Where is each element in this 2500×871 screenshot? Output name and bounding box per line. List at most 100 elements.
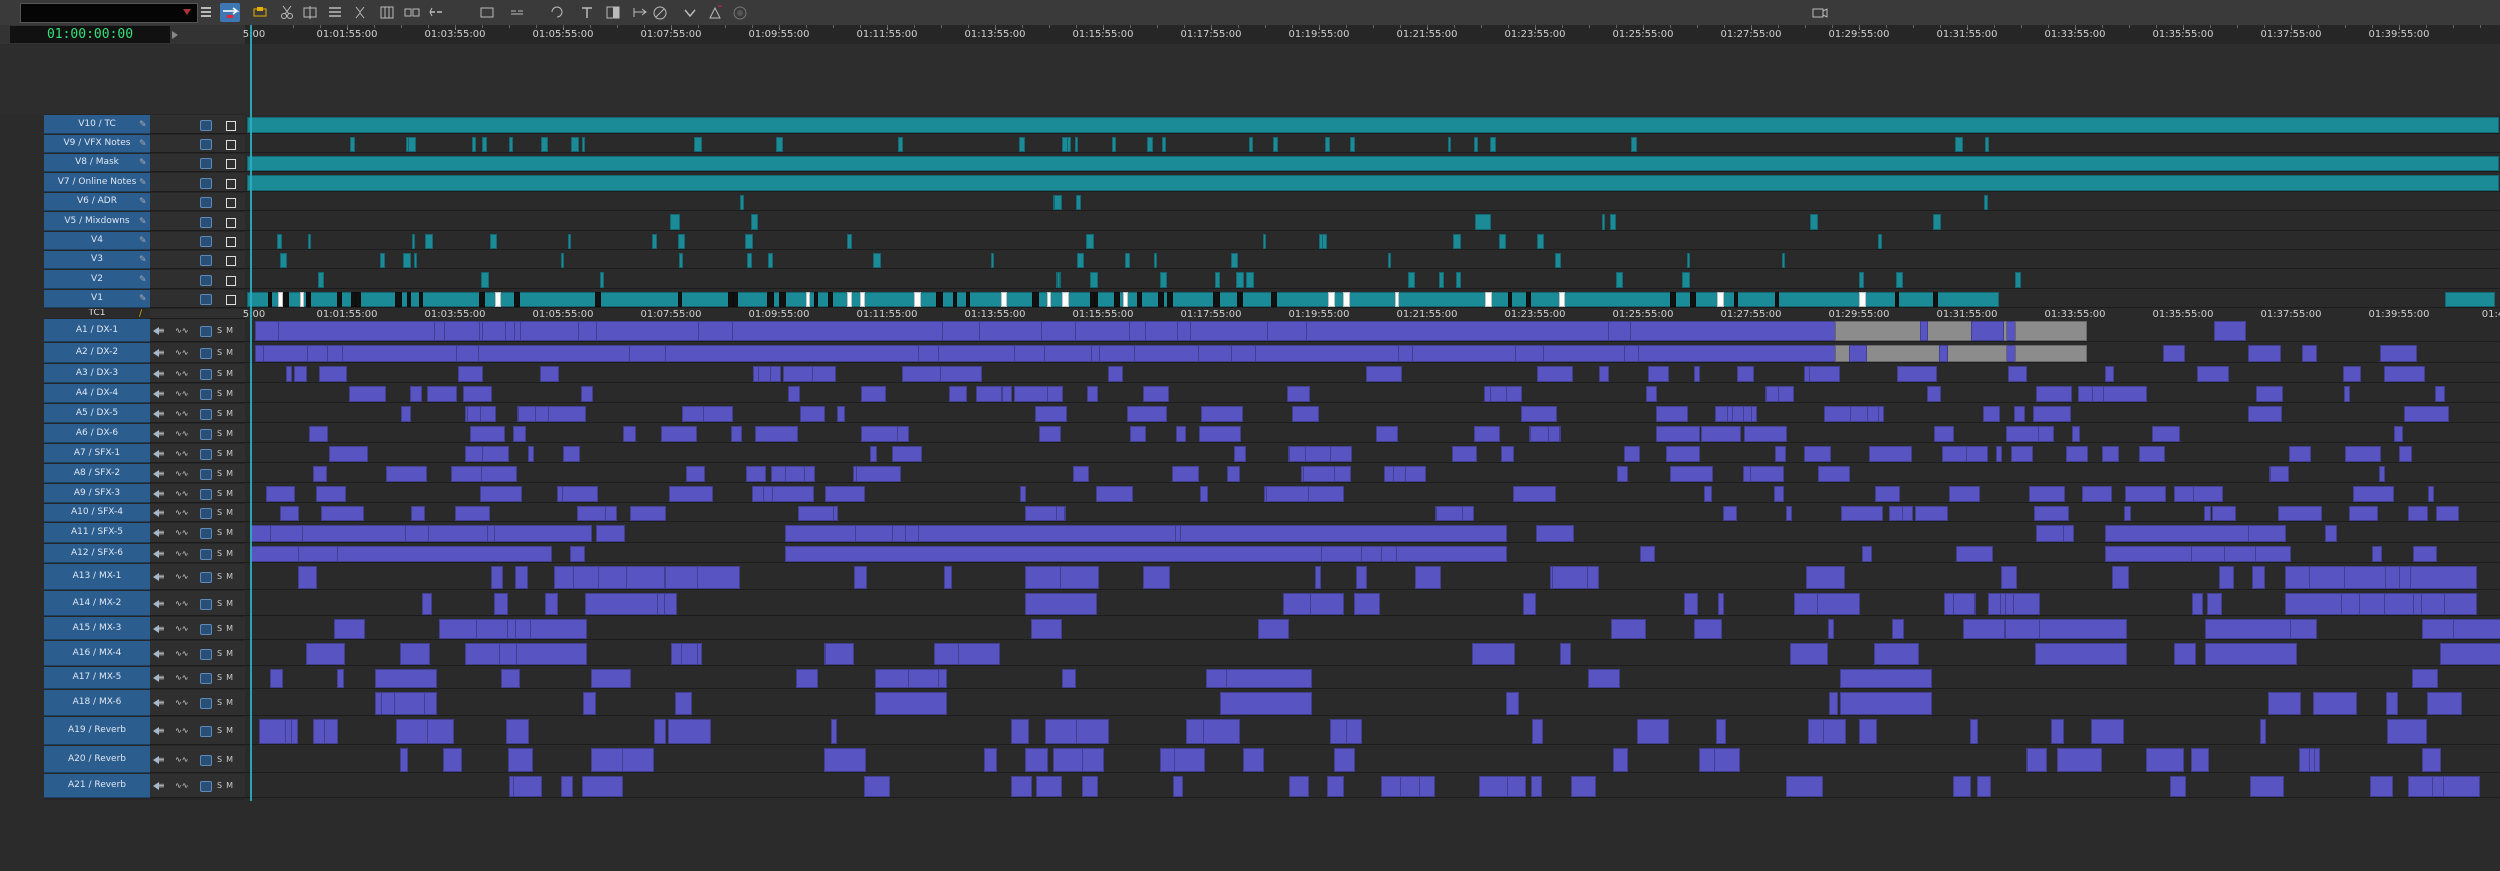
track-lane[interactable] xyxy=(245,404,2500,423)
clip[interactable] xyxy=(1694,619,1722,639)
clip[interactable] xyxy=(940,366,982,382)
clip[interactable] xyxy=(1147,137,1153,152)
cut-icon[interactable] xyxy=(277,3,297,22)
clip[interactable] xyxy=(2057,748,2102,772)
clip[interactable] xyxy=(681,643,698,665)
clip[interactable] xyxy=(1047,386,1063,402)
track-lane[interactable] xyxy=(245,232,2500,250)
clip[interactable] xyxy=(1436,506,1463,521)
clip[interactable] xyxy=(1955,137,1963,152)
clip[interactable] xyxy=(278,292,283,307)
clip[interactable] xyxy=(570,546,585,562)
record-enable-toggle[interactable] xyxy=(226,295,236,305)
clip[interactable] xyxy=(1687,253,1690,268)
solo-mute-buttons[interactable]: SM xyxy=(217,508,237,517)
solo-toggle-icon[interactable]: ≡ xyxy=(158,508,165,517)
clip[interactable] xyxy=(2370,776,2393,797)
solo-mute-buttons[interactable]: SM xyxy=(217,649,237,658)
waveform-toggle-icon[interactable]: ∿∿ xyxy=(175,673,188,682)
clip[interactable] xyxy=(2072,426,2080,442)
clip[interactable] xyxy=(350,137,355,152)
clip[interactable] xyxy=(1523,593,1536,615)
clip[interactable] xyxy=(2435,386,2445,402)
clip[interactable] xyxy=(1229,345,1256,362)
clip[interactable] xyxy=(785,546,1507,562)
clip[interactable] xyxy=(263,345,308,362)
clip[interactable] xyxy=(1537,234,1544,249)
clip[interactable] xyxy=(255,321,2087,341)
clip[interactable] xyxy=(2344,386,2350,402)
clip[interactable] xyxy=(308,234,311,249)
track-lane[interactable] xyxy=(245,523,2500,543)
track-lane[interactable] xyxy=(245,591,2500,616)
track-lane[interactable] xyxy=(245,115,2500,134)
clip[interactable] xyxy=(847,234,852,249)
clip[interactable] xyxy=(1878,234,1882,249)
clip[interactable] xyxy=(247,156,2499,171)
clip[interactable] xyxy=(1766,386,1779,402)
clip[interactable] xyxy=(581,386,593,402)
clip[interactable] xyxy=(1047,292,1051,307)
clip[interactable] xyxy=(1237,292,1241,307)
track-lane[interactable] xyxy=(245,343,2500,363)
clip[interactable] xyxy=(270,669,283,688)
clip[interactable] xyxy=(2302,345,2317,362)
play-triangle-icon[interactable] xyxy=(172,31,178,39)
clip[interactable] xyxy=(2268,692,2301,715)
clip[interactable] xyxy=(623,426,636,442)
solo-toggle-icon[interactable]: ≡ xyxy=(158,429,165,438)
clip[interactable] xyxy=(728,292,734,307)
track-lane[interactable] xyxy=(245,364,2500,383)
clip[interactable] xyxy=(2212,506,2236,521)
clip[interactable] xyxy=(1806,566,1845,589)
clip[interactable] xyxy=(514,292,520,307)
clip[interactable] xyxy=(1849,345,1867,362)
clip[interactable] xyxy=(958,643,1000,665)
clip[interactable] xyxy=(1076,195,1081,210)
clip[interactable] xyxy=(277,234,282,249)
track-header[interactable]: A15 / MX-3 xyxy=(44,617,150,640)
clip[interactable] xyxy=(2428,486,2434,502)
clip[interactable] xyxy=(286,366,292,382)
waveform-toggle-icon[interactable]: ∿∿ xyxy=(175,624,188,633)
clip[interactable] xyxy=(491,566,503,589)
clip[interactable] xyxy=(796,669,818,688)
clip[interactable] xyxy=(266,486,295,502)
clip[interactable] xyxy=(1266,486,1309,502)
clip[interactable] xyxy=(1201,406,1243,422)
clip[interactable] xyxy=(1526,292,1531,307)
clip[interactable] xyxy=(800,406,825,422)
clip[interactable] xyxy=(1032,292,1039,307)
clip[interactable] xyxy=(626,566,665,589)
clip[interactable] xyxy=(1031,619,1062,639)
clip[interactable] xyxy=(1977,776,1991,797)
clip[interactable] xyxy=(548,406,586,422)
clip[interactable] xyxy=(804,466,815,482)
clip[interactable] xyxy=(410,386,422,402)
clip[interactable] xyxy=(1656,406,1688,422)
solo-mute-buttons[interactable]: SM xyxy=(217,572,237,581)
clip[interactable] xyxy=(2387,719,2427,744)
clip[interactable] xyxy=(2404,406,2449,422)
clip[interactable] xyxy=(2174,643,2196,665)
clip[interactable] xyxy=(1075,137,1078,152)
clip[interactable] xyxy=(670,214,680,230)
clip[interactable] xyxy=(1934,426,1954,442)
clip[interactable] xyxy=(1859,719,1877,744)
clip[interactable] xyxy=(1608,321,1631,341)
split-view-icon[interactable] xyxy=(603,3,623,22)
clip[interactable] xyxy=(2051,719,2064,744)
clip[interactable] xyxy=(1984,195,1988,210)
clip[interactable] xyxy=(1737,366,1754,382)
clip[interactable] xyxy=(1807,366,1840,382)
waveform-toggle-icon[interactable]: ∿∿ xyxy=(175,781,188,790)
segment-mode-icon[interactable] xyxy=(196,3,216,22)
clip[interactable] xyxy=(481,272,489,288)
clip[interactable] xyxy=(1213,292,1220,307)
clip[interactable] xyxy=(675,692,692,715)
clip[interactable] xyxy=(1817,593,1860,615)
clip[interactable] xyxy=(1472,643,1515,665)
track-lane[interactable] xyxy=(245,444,2500,463)
clip[interactable] xyxy=(2006,426,2039,442)
waveform-toggle-icon[interactable]: ∿∿ xyxy=(175,348,188,357)
